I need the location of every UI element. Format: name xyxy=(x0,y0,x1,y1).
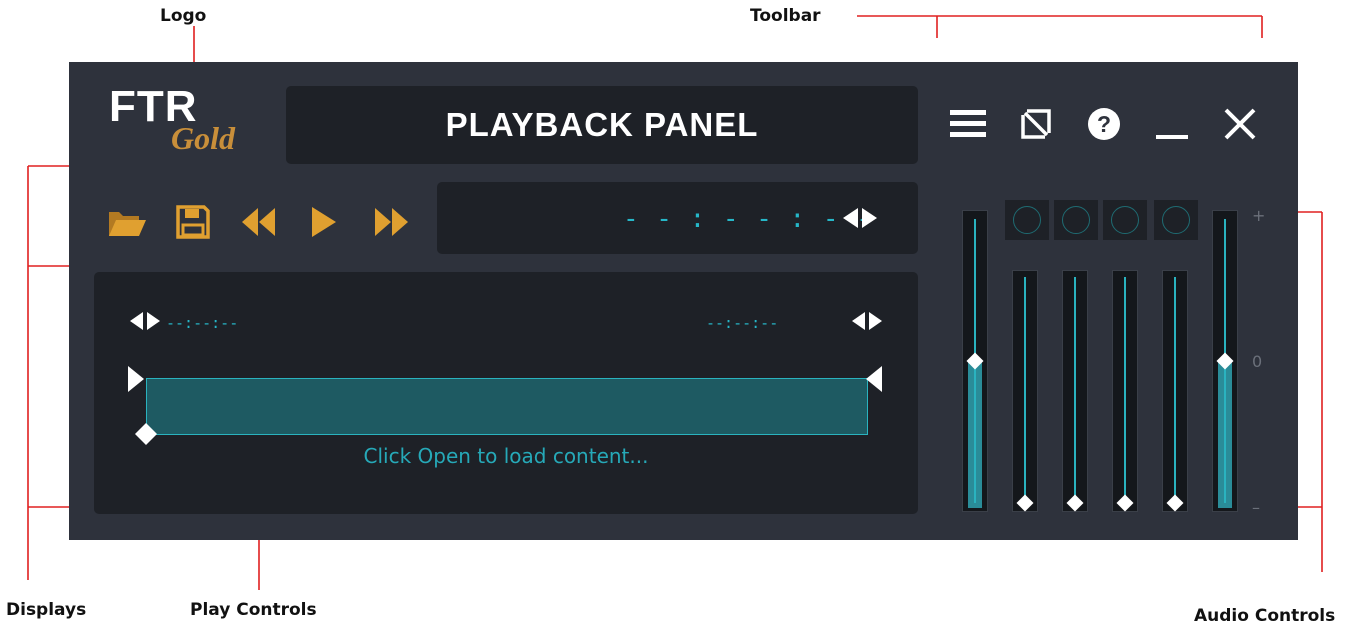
minimize-button[interactable] xyxy=(1149,102,1195,146)
title-bar[interactable]: PLAYBACK PANEL xyxy=(286,86,918,164)
rewind-icon xyxy=(242,208,275,236)
channel-4-fader[interactable] xyxy=(1162,270,1188,512)
play-controls xyxy=(105,202,415,242)
menu-button[interactable] xyxy=(945,102,991,146)
help-button[interactable]: ? xyxy=(1081,102,1127,146)
channel-4-toggle[interactable] xyxy=(1154,200,1198,240)
channel-3-rail xyxy=(1124,277,1126,503)
close-button[interactable] xyxy=(1217,102,1263,146)
channel-2-rail xyxy=(1074,277,1076,503)
current-time: - - : - - : - - xyxy=(623,204,873,234)
led-ring-icon xyxy=(1013,206,1041,234)
annotation-toolbar: Toolbar xyxy=(750,6,821,26)
channel-2-knob[interactable] xyxy=(1066,494,1084,512)
timeline-track[interactable] xyxy=(146,378,868,435)
led-ring-icon xyxy=(1162,206,1190,234)
annotation-play-controls: Play Controls xyxy=(190,600,317,620)
channel-1-fader[interactable] xyxy=(1012,270,1038,512)
master-right-fader[interactable] xyxy=(1212,210,1238,512)
svg-text:?: ? xyxy=(1097,111,1111,137)
led-ring-icon xyxy=(1062,206,1090,234)
annotation-displays: Displays xyxy=(6,600,87,620)
channel-3-knob[interactable] xyxy=(1116,494,1134,512)
master-left-fader[interactable] xyxy=(962,210,988,512)
play-button[interactable] xyxy=(303,202,347,242)
start-time: --:--:-- xyxy=(166,314,239,332)
play-icon xyxy=(312,207,336,237)
minimize-icon xyxy=(1156,135,1188,139)
end-marker-arrows-icon[interactable] xyxy=(852,312,882,330)
channel-4-knob[interactable] xyxy=(1166,494,1184,512)
scale-minus-label: – xyxy=(1252,498,1260,517)
out-point-marker-icon[interactable] xyxy=(866,366,884,392)
time-display: - - : - - : - - xyxy=(437,182,918,254)
fast-forward-icon xyxy=(375,208,408,236)
annotation-audio-controls: Audio Controls xyxy=(1194,606,1336,626)
detach-button[interactable] xyxy=(1013,102,1059,146)
playback-panel: FTR Gold PLAYBACK PANEL ? - -: - -: - … xyxy=(69,62,1298,540)
channel-1-rail xyxy=(1024,277,1026,503)
channel-1-knob[interactable] xyxy=(1016,494,1034,512)
in-point-marker-icon[interactable] xyxy=(128,366,146,392)
scale-zero-label: 0 xyxy=(1252,352,1263,371)
toolbar: ? xyxy=(945,102,1265,146)
channel-3-toggle[interactable] xyxy=(1103,200,1147,240)
led-ring-icon xyxy=(1111,206,1139,234)
open-button[interactable] xyxy=(105,202,149,242)
channel-2-toggle[interactable] xyxy=(1054,200,1098,240)
scale-plus-label: + xyxy=(1252,206,1266,225)
fast-forward-button[interactable] xyxy=(369,202,413,242)
logo: FTR Gold xyxy=(109,82,269,162)
timeline-display: --:--:-- --:--:-- Click Open to load con… xyxy=(94,272,918,514)
load-hint: Click Open to load content... xyxy=(363,444,649,468)
channel-1-toggle[interactable] xyxy=(1005,200,1049,240)
close-icon xyxy=(1224,108,1256,140)
folder-open-icon xyxy=(109,212,146,236)
detach-icon xyxy=(1021,109,1051,139)
logo-gold: Gold xyxy=(171,120,235,156)
save-button[interactable] xyxy=(171,202,215,242)
help-icon: ? xyxy=(1088,108,1120,140)
annotation-logo: Logo xyxy=(160,6,207,26)
rewind-button[interactable] xyxy=(237,202,281,242)
playhead-marker-icon[interactable] xyxy=(135,423,157,445)
channel-3-fader[interactable] xyxy=(1112,270,1138,512)
menu-icon xyxy=(950,110,986,137)
start-marker-arrows-icon[interactable] xyxy=(130,312,160,330)
channel-2-fader[interactable] xyxy=(1062,270,1088,512)
panel-title: PLAYBACK PANEL xyxy=(445,106,759,143)
save-icon xyxy=(176,205,210,239)
time-scrub-arrows-icon[interactable] xyxy=(843,208,877,228)
channel-4-rail xyxy=(1174,277,1176,503)
end-time: --:--:-- xyxy=(706,314,779,332)
